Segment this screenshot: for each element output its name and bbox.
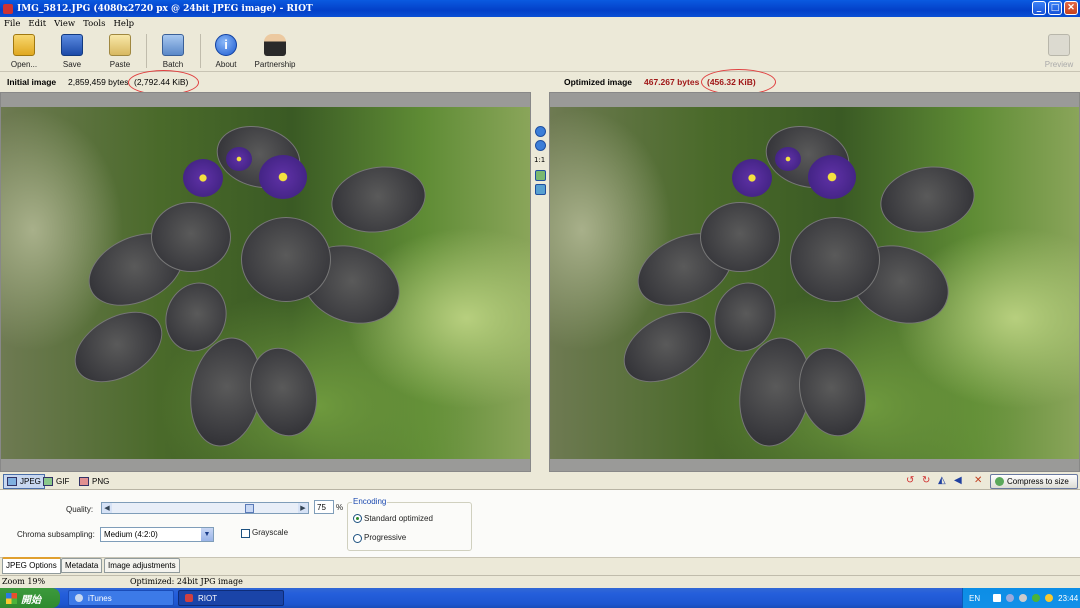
format-bar: JPEG GIF PNG ↺ ↻ ◭ ◀ ✕ Compress to size [0, 473, 1080, 490]
volume-icon[interactable] [1019, 594, 1028, 602]
tray-app-icon[interactable] [1045, 594, 1054, 602]
info-icon: i [215, 34, 237, 56]
encoding-group [347, 502, 472, 551]
close-button[interactable]: ✕ [1064, 1, 1078, 15]
optimized-size: 467.267 bytes [644, 77, 700, 87]
start-button[interactable]: 開始 [0, 588, 60, 608]
rotate-right-icon[interactable]: ↻ [922, 475, 930, 486]
toolbar-separator [146, 34, 147, 68]
slider-thumb[interactable] [244, 504, 254, 513]
help-icon[interactable] [993, 594, 1002, 602]
person-icon [264, 34, 286, 56]
toolbar: Open... Save Paste Batch i About Partner… [0, 30, 1080, 72]
riot-icon [185, 594, 193, 602]
compress-to-size-button[interactable]: Compress to size [990, 474, 1078, 489]
progressive-radio[interactable] [353, 534, 362, 543]
grayscale-label: Grayscale [252, 528, 289, 537]
chroma-subsampling-select[interactable]: Medium (4:2:0) ▼ [100, 527, 214, 542]
clock: 23:44 [1058, 593, 1079, 603]
menu-tools[interactable]: Tools [83, 19, 105, 29]
zoom-out-icon[interactable] [535, 140, 546, 151]
flip-vertical-icon[interactable]: ◀ [954, 475, 962, 486]
tab-metadata[interactable]: Metadata [61, 558, 103, 573]
tab-image-adjustments[interactable]: Image adjustments [104, 558, 180, 573]
rotate-left-icon[interactable]: ↺ [906, 475, 914, 486]
status-bar: Zoom 19% Optimized: 24bit JPG image [0, 575, 1080, 588]
chevron-down-icon: ▼ [201, 528, 213, 541]
zoom-toolbar: 1:1 [531, 92, 549, 472]
preview-button[interactable]: Preview [1042, 32, 1076, 70]
menu-bar: File Edit View Tools Help [0, 17, 1080, 30]
tab-jpeg-options[interactable]: JPEG Options [2, 557, 61, 574]
initial-image-pane[interactable] [0, 92, 531, 472]
format-tab-png[interactable]: PNG [76, 474, 112, 489]
minimize-button[interactable]: _ [1032, 1, 1046, 15]
riot-app-icon [3, 3, 13, 14]
clipboard-paste-icon [109, 34, 131, 56]
floppy-save-icon [61, 34, 83, 56]
optimized-image [550, 107, 1079, 459]
image-status: Optimized: 24bit JPG image [130, 577, 243, 586]
window-title: IMG_5812.JPG (4080x2720 px @ 24bit JPEG … [17, 3, 313, 14]
batch-button[interactable]: Batch [157, 32, 189, 70]
partnership-button[interactable]: Partnership [252, 32, 298, 70]
taskbar-item-riot[interactable]: RIOT [178, 590, 284, 606]
title-bar: IMG_5812.JPG (4080x2720 px @ 24bit JPEG … [0, 0, 1080, 17]
size-info-bar: Initial image 2,859,459 bytes (2,792.44 … [0, 69, 1080, 95]
system-tray: EN 23:44 [962, 588, 1080, 608]
security-icon[interactable] [1032, 594, 1041, 602]
folder-open-icon [13, 34, 35, 56]
options-tabs: JPEG Options Metadata Image adjustments [0, 557, 1080, 574]
paste-button[interactable]: Paste [104, 32, 136, 70]
fit-to-window-icon[interactable] [535, 170, 546, 181]
menu-view[interactable]: View [54, 19, 75, 29]
zoom-1to1-button[interactable]: 1:1 [534, 156, 545, 164]
menu-help[interactable]: Help [114, 19, 135, 29]
save-button[interactable]: Save [56, 32, 88, 70]
open-button[interactable]: Open... [6, 32, 42, 70]
jpeg-format-icon [7, 477, 17, 486]
standard-optimized-radio[interactable] [353, 514, 362, 523]
png-format-icon [79, 477, 89, 486]
zoom-in-icon[interactable] [535, 126, 546, 137]
format-tab-gif[interactable]: GIF [40, 474, 72, 489]
initial-size: 2,859,459 bytes [68, 77, 129, 87]
taskbar-item-itunes[interactable]: iTunes [68, 590, 174, 606]
compress-icon [995, 477, 1004, 486]
itunes-icon [75, 594, 83, 602]
chroma-label: Chroma subsampling: [17, 530, 95, 539]
taskbar: 開始 iTunes RIOT EN 23:44 [0, 588, 1080, 608]
slider-left-arrow-icon[interactable]: ◀ [102, 503, 112, 513]
magnifier-preview-icon [1048, 34, 1070, 56]
standard-optimized-label: Standard optimized [364, 514, 433, 523]
zoom-status: Zoom 19% [2, 577, 46, 586]
gif-format-icon [43, 477, 53, 486]
sync-view-icon[interactable] [535, 184, 546, 195]
slider-right-arrow-icon[interactable]: ▶ [298, 503, 308, 513]
network-icon[interactable] [1006, 594, 1015, 602]
encoding-title: Encoding [352, 497, 388, 506]
maximize-button[interactable]: □ [1048, 1, 1062, 15]
optimized-image-pane[interactable] [549, 92, 1080, 472]
menu-edit[interactable]: Edit [28, 19, 46, 29]
batch-icon [162, 34, 184, 56]
quality-unit: % [336, 503, 344, 512]
windows-logo-icon [6, 592, 17, 604]
quality-label: Quality: [66, 505, 94, 514]
toolbar-separator [200, 34, 201, 68]
about-button[interactable]: i About [210, 32, 242, 70]
language-indicator[interactable]: EN [969, 594, 980, 603]
quality-slider[interactable]: ◀ ▶ [101, 502, 309, 514]
menu-file[interactable]: File [4, 19, 20, 29]
grayscale-checkbox[interactable] [241, 529, 250, 538]
initial-image-label: Initial image [7, 77, 57, 87]
progressive-label: Progressive [364, 533, 407, 542]
jpeg-options-panel [0, 490, 1080, 558]
quality-value-input[interactable]: 75 [314, 500, 334, 514]
format-tab-jpeg[interactable]: JPEG [3, 474, 45, 489]
initial-image [1, 107, 530, 459]
optimized-image-label: Optimized image [564, 77, 633, 87]
flip-horizontal-icon[interactable]: ◭ [938, 475, 946, 486]
crop-icon[interactable]: ✕ [974, 475, 982, 486]
